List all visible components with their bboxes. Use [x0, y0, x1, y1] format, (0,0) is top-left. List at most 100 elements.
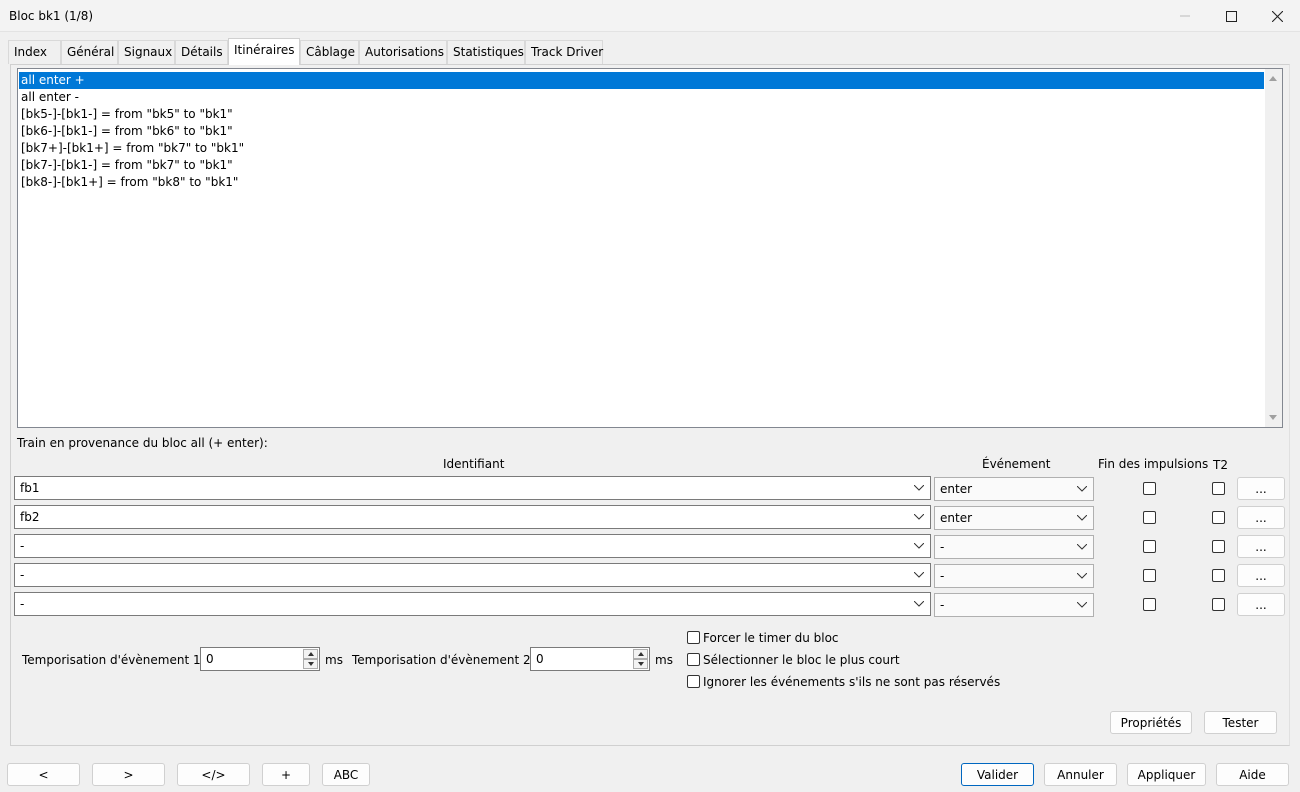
- window-title: Bloc bk1 (1/8): [9, 9, 94, 23]
- routes-list[interactable]: all enter + all enter - [bk5-]-[bk1-] = …: [17, 68, 1283, 428]
- t2-checkbox[interactable]: [1212, 598, 1225, 611]
- tab-wiring[interactable]: Câblage: [300, 40, 359, 64]
- identifier-combo[interactable]: -: [14, 592, 931, 616]
- ignore-events-checkbox[interactable]: [687, 675, 700, 688]
- select-shortest-label[interactable]: Sélectionner le bloc le plus court: [703, 653, 900, 667]
- t2-header: T2: [1213, 458, 1228, 472]
- event-combo[interactable]: -: [934, 593, 1094, 617]
- t2-checkbox[interactable]: [1212, 540, 1225, 553]
- train-origin-label: Train en provenance du bloc all (+ enter…: [17, 436, 268, 450]
- tab-index[interactable]: Index: [8, 40, 61, 64]
- tab-signals[interactable]: Signaux: [118, 40, 175, 64]
- help-button[interactable]: Aide: [1216, 763, 1289, 786]
- event-value: -: [940, 569, 945, 583]
- minimize-button[interactable]: [1162, 0, 1208, 32]
- spin-arrows: [303, 649, 318, 669]
- more-button[interactable]: ...: [1237, 477, 1285, 500]
- end-pulses-checkbox[interactable]: [1143, 540, 1156, 553]
- event-combo[interactable]: enter: [934, 477, 1094, 501]
- list-item[interactable]: [bk7-]-[bk1-] = from "bk7" to "bk1": [19, 157, 233, 174]
- next-button[interactable]: >: [92, 763, 165, 786]
- event-value: -: [940, 540, 945, 554]
- list-item[interactable]: all enter -: [19, 89, 79, 106]
- timer2-spinbox[interactable]: 0: [530, 647, 650, 671]
- apply-button[interactable]: Appliquer: [1127, 763, 1206, 786]
- list-scrollbar[interactable]: [1265, 69, 1282, 427]
- list-item[interactable]: [bk7+]-[bk1+] = from "bk7" to "bk1": [19, 140, 244, 157]
- chevron-down-icon: [1077, 515, 1087, 521]
- add-button[interactable]: +: [262, 763, 310, 786]
- tab-permissions[interactable]: Autorisations: [359, 40, 447, 64]
- minimize-icon: [1180, 15, 1190, 17]
- end-pulses-header: Fin des impulsions: [1098, 457, 1209, 471]
- tab-statistics[interactable]: Statistiques: [447, 40, 525, 64]
- end-pulses-checkbox[interactable]: [1143, 482, 1156, 495]
- tab-general[interactable]: Général: [61, 40, 118, 64]
- identifier-value: fb2: [20, 510, 40, 524]
- spin-arrows: [633, 649, 648, 669]
- identifier-value: fb1: [20, 481, 40, 495]
- chevron-down-icon: [1077, 544, 1087, 550]
- spin-down-icon[interactable]: [633, 659, 648, 669]
- maximize-button[interactable]: [1208, 0, 1254, 32]
- event-combo[interactable]: -: [934, 535, 1094, 559]
- identifier-value: -: [20, 597, 25, 611]
- close-button[interactable]: [1254, 0, 1300, 32]
- more-button[interactable]: ...: [1237, 506, 1285, 529]
- t2-checkbox[interactable]: [1212, 569, 1225, 582]
- chevron-down-icon: [914, 514, 924, 520]
- identifier-combo[interactable]: fb2: [14, 505, 931, 529]
- cancel-button[interactable]: Annuler: [1044, 763, 1117, 786]
- t2-checkbox[interactable]: [1212, 511, 1225, 524]
- identifier-combo[interactable]: -: [14, 534, 931, 558]
- scroll-up-icon[interactable]: [1269, 76, 1277, 81]
- force-timer-label[interactable]: Forcer le timer du bloc: [703, 631, 839, 645]
- end-pulses-checkbox[interactable]: [1143, 569, 1156, 582]
- spin-down-icon[interactable]: [303, 659, 318, 669]
- end-pulses-checkbox[interactable]: [1143, 511, 1156, 524]
- scroll-down-icon[interactable]: [1269, 415, 1277, 420]
- spin-up-icon[interactable]: [633, 649, 648, 659]
- timer2-value: 0: [536, 652, 544, 666]
- event-header: Événement: [982, 457, 1051, 471]
- ignore-events-label[interactable]: Ignorer les événements s'ils ne sont pas…: [703, 675, 1000, 689]
- more-button[interactable]: ...: [1237, 535, 1285, 558]
- chevron-down-icon: [1077, 573, 1087, 579]
- abc-button[interactable]: ABC: [322, 763, 370, 786]
- chevron-down-icon: [1077, 602, 1087, 608]
- event-value: enter: [940, 482, 973, 496]
- list-item[interactable]: [bk8-]-[bk1+] = from "bk8" to "bk1": [19, 174, 238, 191]
- code-button[interactable]: </>: [177, 763, 250, 786]
- timer1-value: 0: [206, 652, 214, 666]
- identifier-combo[interactable]: fb1: [14, 476, 931, 500]
- spin-up-icon[interactable]: [303, 649, 318, 659]
- timer2-label: Temporisation d'évènement 2: [352, 653, 531, 667]
- properties-button[interactable]: Propriétés: [1110, 711, 1192, 734]
- list-item[interactable]: [bk6-]-[bk1-] = from "bk6" to "bk1": [19, 123, 233, 140]
- identifier-header: Identifiant: [443, 457, 505, 471]
- tab-bar: Index Général Signaux Détails Itinéraire…: [8, 38, 1292, 65]
- previous-button[interactable]: <: [7, 763, 80, 786]
- select-shortest-checkbox[interactable]: [687, 653, 700, 666]
- end-pulses-checkbox[interactable]: [1143, 598, 1156, 611]
- tab-details[interactable]: Détails: [175, 40, 228, 64]
- tab-routes[interactable]: Itinéraires: [228, 38, 300, 65]
- chevron-down-icon: [914, 601, 924, 607]
- list-item[interactable]: [bk5-]-[bk1-] = from "bk5" to "bk1": [19, 106, 233, 123]
- identifier-combo[interactable]: -: [14, 563, 931, 587]
- force-timer-checkbox[interactable]: [687, 631, 700, 644]
- identifier-value: -: [20, 539, 25, 553]
- timer1-unit: ms: [325, 653, 343, 667]
- ok-button[interactable]: Valider: [961, 763, 1034, 786]
- chevron-down-icon: [914, 485, 924, 491]
- event-combo[interactable]: enter: [934, 506, 1094, 530]
- timer1-spinbox[interactable]: 0: [200, 647, 320, 671]
- close-icon: [1271, 10, 1283, 22]
- t2-checkbox[interactable]: [1212, 482, 1225, 495]
- more-button[interactable]: ...: [1237, 564, 1285, 587]
- list-item[interactable]: all enter +: [19, 72, 1264, 89]
- test-button[interactable]: Tester: [1204, 711, 1277, 734]
- more-button[interactable]: ...: [1237, 593, 1285, 616]
- event-combo[interactable]: -: [934, 564, 1094, 588]
- tab-track-driver[interactable]: Track Driver: [525, 40, 603, 64]
